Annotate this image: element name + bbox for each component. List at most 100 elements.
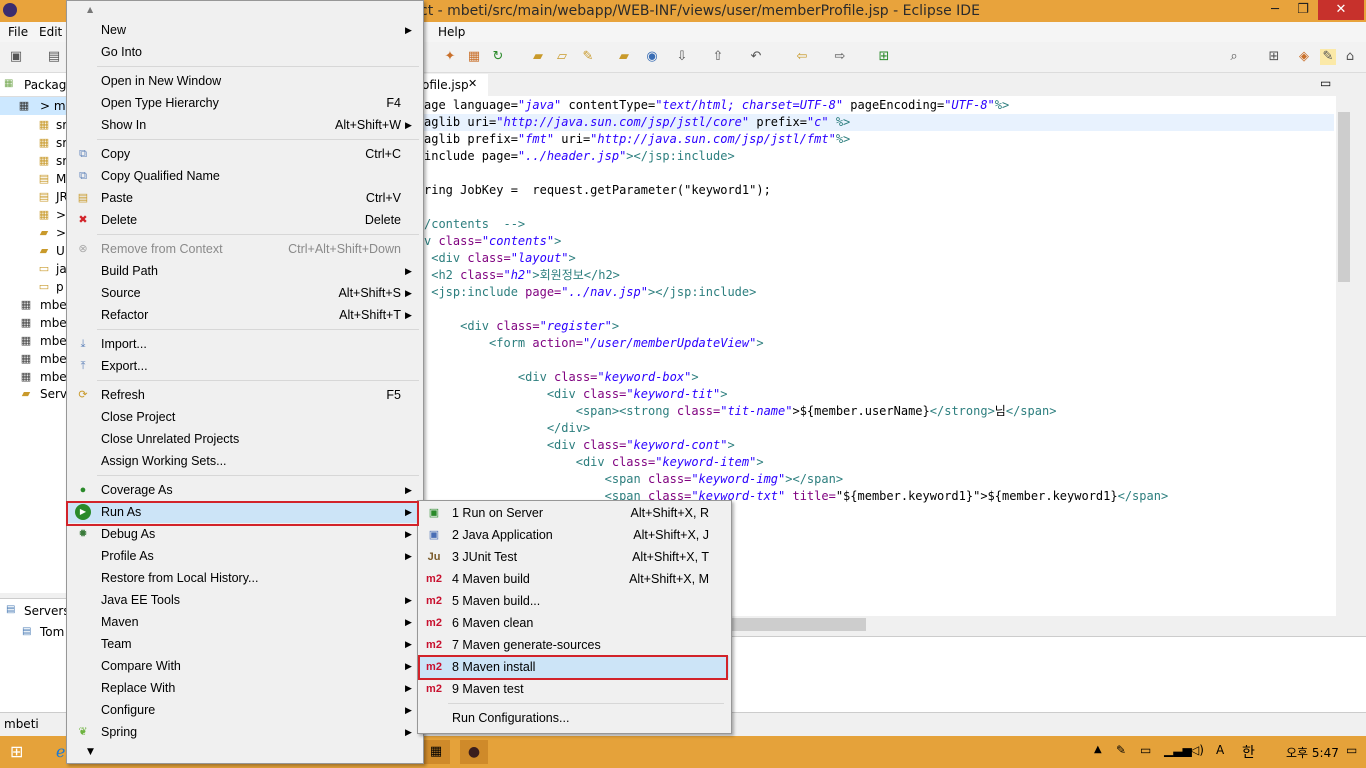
open-perspective-icon[interactable]: ⊞: [1266, 49, 1282, 65]
context-menu-item[interactable]: ● Coverage As ▶: [67, 479, 421, 501]
volume-icon[interactable]: ◁): [1190, 743, 1204, 757]
save-icon[interactable]: ▤: [46, 49, 62, 65]
keyboard-mode-icon[interactable]: A: [1216, 743, 1224, 757]
tree-node[interactable]: ▰ >: [0, 224, 66, 242]
scroll-up-icon[interactable]: ▲: [87, 5, 93, 14]
network-icon[interactable]: ▁▃▅: [1164, 743, 1192, 757]
tree-node[interactable]: ▦ sr: [0, 152, 66, 170]
run-as-menu-item[interactable]: m2 4 Maven build Alt+Shift+X, M: [418, 568, 729, 590]
refresh-run-icon[interactable]: ↻: [490, 49, 506, 65]
context-menu-item[interactable]: Configure ▶: [67, 699, 421, 721]
next-annotation-icon[interactable]: ⇩: [674, 49, 690, 65]
battery-icon[interactable]: ▭: [1140, 743, 1151, 757]
context-menu-item[interactable]: ▤ Paste Ctrl+V: [67, 187, 421, 209]
context-menu-item[interactable]: Java EE Tools ▶: [67, 589, 421, 611]
pencil-icon[interactable]: ✎: [580, 49, 596, 65]
context-menu-item[interactable]: Team ▶: [67, 633, 421, 655]
taskbar-clock[interactable]: 오후 5:47: [1286, 744, 1339, 761]
run-as-menu-item[interactable]: m2 9 Maven test: [418, 678, 729, 700]
context-menu-item[interactable]: Assign Working Sets...: [67, 450, 421, 472]
start-icon[interactable]: ⊞: [10, 742, 23, 761]
run-as-menu-item[interactable]: ▣ 2 Java Application Alt+Shift+X, J: [418, 524, 729, 546]
notification-icon[interactable]: ▭: [1346, 743, 1357, 757]
context-menu-item[interactable]: ✹ Debug As ▶: [67, 523, 421, 545]
context-menu-item[interactable]: ⤓ Import...: [67, 333, 421, 355]
new-wizard-icon[interactable]: ▣: [8, 49, 24, 65]
project-node[interactable]: ▦ mbet: [0, 314, 66, 332]
minimize-button[interactable]: ─: [1262, 0, 1288, 20]
context-menu-item[interactable]: Source Alt+Shift+S ▶: [67, 282, 421, 304]
back-icon[interactable]: ⇦: [794, 49, 810, 65]
project-node[interactable]: ▦ mbet: [0, 368, 66, 386]
context-menu-item[interactable]: Close Unrelated Projects: [67, 428, 421, 450]
context-menu-item[interactable]: Close Project: [67, 406, 421, 428]
project-node[interactable]: ▦ mbet: [0, 332, 66, 350]
menu-file[interactable]: File: [8, 25, 28, 39]
context-menu-item[interactable]: Refactor Alt+Shift+T ▶: [67, 304, 421, 326]
build-icon[interactable]: ✦: [442, 49, 458, 65]
globe-icon[interactable]: ◉: [644, 49, 660, 65]
menu-help[interactable]: Help: [438, 25, 465, 39]
folder-icon[interactable]: ▱: [554, 49, 570, 65]
minimize-editor-icon[interactable]: ▭: [1320, 76, 1331, 90]
vertical-scroll-thumb[interactable]: [1338, 112, 1350, 282]
context-menu-item[interactable]: Open in New Window: [67, 70, 421, 92]
kakaotalk-icon[interactable]: ●: [460, 740, 488, 764]
package-explorer-tab[interactable]: ▦ Package: [0, 74, 74, 97]
context-menu-item[interactable]: Restore from Local History...: [67, 567, 421, 589]
menu-edit[interactable]: Edit: [39, 25, 62, 39]
tree-node[interactable]: ▤ M: [0, 170, 66, 188]
last-edit-icon[interactable]: ↶: [748, 49, 764, 65]
scroll-down-icon[interactable]: ▼: [87, 747, 94, 757]
servers-tab-label[interactable]: Servers: [24, 604, 70, 618]
close-button[interactable]: ✕: [1318, 0, 1364, 20]
package-icon[interactable]: ▦: [466, 49, 482, 65]
tree-node[interactable]: ▦ sr: [0, 116, 66, 134]
project-node-selected[interactable]: ▦ > mb: [0, 97, 66, 115]
ie-icon[interactable]: ℯ: [56, 742, 65, 761]
tree-node[interactable]: ▤ JR: [0, 188, 66, 206]
context-menu-item[interactable]: Open Type Hierarchy F4: [67, 92, 421, 114]
tray-up-icon[interactable]: ▲: [1094, 744, 1102, 755]
context-menu-item[interactable]: Build Path ▶: [67, 260, 421, 282]
tree-node[interactable]: ▦ sr: [0, 134, 66, 152]
context-menu-item[interactable]: ❦ Spring ▶: [67, 721, 421, 743]
run-as-menu-item[interactable]: m2 5 Maven build...: [418, 590, 729, 612]
context-menu-item[interactable]: Maven ▶: [67, 611, 421, 633]
tomcat-server-item[interactable]: Tom: [40, 625, 64, 639]
context-menu-item[interactable]: Profile As ▶: [67, 545, 421, 567]
close-tab-icon[interactable]: ✕: [468, 77, 477, 90]
tree-node[interactable]: ▭ p: [0, 278, 66, 296]
servers-node[interactable]: ▰ Serve: [0, 385, 66, 403]
run-as-menu-item[interactable]: ▣ 1 Run on Server Alt+Shift+X, R: [418, 502, 729, 524]
java-ee-perspective-icon[interactable]: ◈: [1296, 49, 1312, 65]
open-folder-icon[interactable]: ▰: [530, 49, 546, 65]
run-as-menu-item[interactable]: m2 7 Maven generate-sources: [418, 634, 729, 656]
context-menu-item[interactable]: Compare With ▶: [67, 655, 421, 677]
run-as-menu-item[interactable]: Run Configurations...: [418, 707, 729, 729]
project-node[interactable]: ▦ mbet: [0, 296, 66, 314]
context-menu-item[interactable]: Show In Alt+Shift+W ▶: [67, 114, 421, 136]
context-menu-item[interactable]: New ▶: [67, 19, 421, 41]
run-as-menu-item[interactable]: m2 6 Maven clean: [418, 612, 729, 634]
open-task-icon[interactable]: ▰: [616, 49, 632, 65]
ime-indicator[interactable]: 한: [1242, 742, 1255, 762]
prev-annotation-icon[interactable]: ⇧: [710, 49, 726, 65]
tree-node[interactable]: ▦ >: [0, 206, 66, 224]
git-perspective-icon[interactable]: ⌂: [1342, 49, 1358, 65]
context-menu-item[interactable]: ⧉ Copy Qualified Name: [67, 165, 421, 187]
debug-perspective-icon[interactable]: ✎: [1320, 49, 1336, 65]
pin-editor-icon[interactable]: ⊞: [876, 49, 892, 65]
context-menu-item[interactable]: ✖ Delete Delete: [67, 209, 421, 231]
context-menu-item[interactable]: Go Into: [67, 41, 421, 63]
pen-icon[interactable]: ✎: [1116, 743, 1126, 757]
maximize-button[interactable]: ❐: [1290, 0, 1316, 20]
editor-tab[interactable]: ofile.jsp ✕: [422, 74, 488, 96]
context-menu-item[interactable]: ⟳ Refresh F5: [67, 384, 421, 406]
tree-node[interactable]: ▰ U: [0, 242, 66, 260]
context-menu-item[interactable]: ⤒ Export...: [67, 355, 421, 377]
context-menu-item[interactable]: Replace With ▶: [67, 677, 421, 699]
context-menu-item[interactable]: ⧉ Copy Ctrl+C: [67, 143, 421, 165]
run-as-menu-item[interactable]: Ju 3 JUnit Test Alt+Shift+X, T: [418, 546, 729, 568]
horizontal-scroll-thumb[interactable]: [720, 618, 866, 631]
